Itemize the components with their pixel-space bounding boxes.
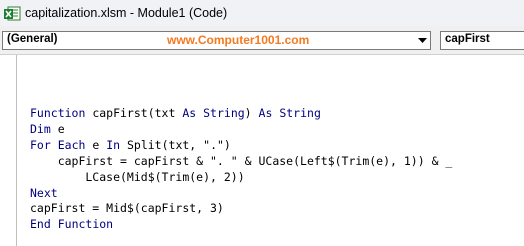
code-keyword: Each [57, 137, 86, 152]
code-line[interactable]: Function capFirst(txt As String) As Stri… [30, 106, 321, 121]
code-toolbar: (General) www.Computer1001.com capFirst [0, 26, 524, 55]
object-combobox[interactable]: (General) www.Computer1001.com [2, 31, 431, 50]
code-keyword: String [279, 106, 321, 120]
object-combobox-value: (General) [7, 33, 58, 45]
code-keyword: For [30, 137, 51, 152]
code-keyword: Function [30, 106, 86, 120]
title-bar: capitalization.xlsm - Module1 (Code) [0, 0, 524, 26]
margin-indicator-bar[interactable] [0, 55, 17, 246]
code-text: capFirst(txt [85, 106, 183, 120]
code-line[interactable]: For Each e In Split(txt, ".") [30, 138, 231, 153]
code-keyword: Next [30, 185, 58, 200]
code-line[interactable]: capFirst = Mid$(capFirst, 3) [30, 201, 224, 216]
vba-code-window: capitalization.xlsm - Module1 (Code) (Ge… [0, 0, 524, 246]
code-text: e [85, 137, 107, 152]
code-line[interactable]: Dim e [30, 122, 65, 137]
window-title: capitalization.xlsm - Module1 (Code) [25, 6, 228, 20]
watermark-text: www.Computer1001.com [167, 33, 310, 47]
procedure-combobox[interactable]: capFirst [440, 31, 524, 50]
code-text: capFirst = capFirst & ". " & UCase(Left$… [30, 153, 453, 168]
code-line[interactable]: Next [30, 186, 58, 201]
code-keyword: Function [57, 217, 114, 232]
code-editor[interactable]: Function capFirst(txt As String) As Stri… [18, 55, 524, 246]
code-text: LCase(Mid$(Trim(e), 2)) [30, 169, 245, 184]
procedure-combobox-value: capFirst [445, 33, 490, 45]
code-line[interactable]: End Function [30, 217, 113, 232]
code-text: capFirst = Mid$(capFirst, 3) [30, 201, 224, 216]
chevron-down-icon[interactable] [414, 32, 430, 49]
code-line[interactable]: LCase(Mid$(Trim(e), 2)) [30, 169, 245, 185]
code-keyword: String [203, 106, 245, 120]
code-keyword: As [182, 106, 197, 120]
code-keyword: In [106, 137, 121, 152]
code-keyword: End [30, 217, 51, 232]
code-line[interactable]: capFirst = capFirst & ". " & UCase(Left$… [30, 153, 453, 169]
code-keyword: As [258, 106, 273, 120]
code-text: Split(txt, ".") [120, 137, 231, 152]
excel-icon [4, 6, 21, 21]
code-text: ) [244, 106, 259, 120]
code-keyword: Dim [30, 121, 51, 136]
code-text: e [50, 121, 65, 136]
